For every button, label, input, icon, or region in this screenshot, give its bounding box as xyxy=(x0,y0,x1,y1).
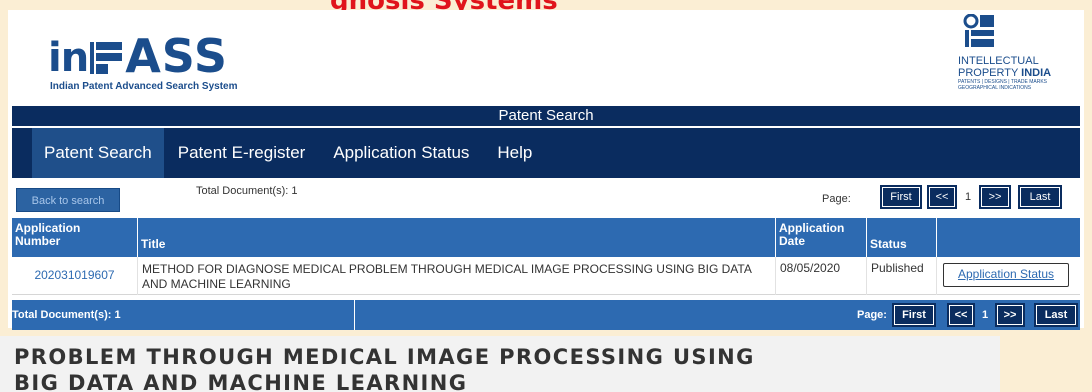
next-page-button[interactable]: >> xyxy=(979,185,1011,209)
back-to-search-button[interactable]: Back to search xyxy=(16,188,120,212)
banner-line-2: BIG DATA AND MACHINE LEARNING xyxy=(14,371,468,392)
logo-flag-icon xyxy=(90,42,123,74)
table-row: 202031019607 METHOD FOR DIAGNOSE MEDICAL… xyxy=(12,257,1080,295)
inpass-page: in ASS Indian Patent Advanced Search Sys… xyxy=(8,10,1084,330)
logo-subtitle: Indian Patent Advanced Search System xyxy=(50,81,238,92)
inpass-logo: in ASS Indian Patent Advanced Search Sys… xyxy=(48,32,237,92)
application-number-link[interactable]: 202031019607 xyxy=(12,257,138,295)
nav-patent-search[interactable]: Patent Search xyxy=(32,128,164,178)
results-table-header: Application Number Title Application Dat… xyxy=(12,218,1080,257)
ip-india-mark-icon xyxy=(963,13,994,47)
last-page-button[interactable]: Last xyxy=(1018,185,1062,209)
footer-last-page-button[interactable]: Last xyxy=(1034,303,1078,327)
footer-page-label: Page: xyxy=(857,309,887,321)
footer-next-page-button[interactable]: >> xyxy=(995,303,1025,327)
slide-banner: PROBLEM THROUGH MEDICAL IMAGE PROCESSING… xyxy=(0,336,1000,392)
ipi-line4: GEOGRAPHICAL INDICATIONS xyxy=(958,85,1032,91)
application-status-button[interactable]: Application Status xyxy=(943,263,1069,287)
footer-first-page-button[interactable]: First xyxy=(892,303,936,327)
main-nav: Patent Search Patent E-register Applicat… xyxy=(12,128,1080,178)
ipi-line2-bold: INDIA xyxy=(1021,67,1052,79)
footer-current-page-number: 1 xyxy=(981,309,989,321)
footer-prev-page-button[interactable]: << xyxy=(947,303,975,327)
page-label: Page: xyxy=(822,193,851,205)
total-documents-label: Total Document(s): 1 xyxy=(196,185,298,197)
banner-line-1: PROBLEM THROUGH MEDICAL IMAGE PROCESSING… xyxy=(14,345,755,369)
ip-india-logo: INTELLECTUAL PROPERTY INDIA PATENTS | DE… xyxy=(958,13,1082,91)
status-value: Published xyxy=(867,257,937,295)
footer-total-documents: Total Document(s): 1 xyxy=(12,309,121,321)
nav-application-status[interactable]: Application Status xyxy=(319,128,483,178)
header-application-number[interactable]: Application Number xyxy=(12,218,138,257)
patent-title: METHOD FOR DIAGNOSE MEDICAL PROBLEM THRO… xyxy=(138,257,776,295)
footer-divider xyxy=(354,300,355,330)
prev-page-button[interactable]: << xyxy=(927,185,957,209)
header-application-date[interactable]: Application Date xyxy=(776,218,867,257)
header-title[interactable]: Title xyxy=(138,218,776,257)
logo-in-text: in xyxy=(48,35,89,81)
ipi-line1: INTELLECTUAL xyxy=(958,55,1039,67)
results-table-footer: Total Document(s): 1 Page: First << 1 >>… xyxy=(12,300,1080,330)
header-status[interactable]: Status xyxy=(867,218,937,257)
first-page-button[interactable]: First xyxy=(880,185,922,209)
ipi-line2-prefix: PROPERTY xyxy=(958,67,1022,79)
logo-ass-text: ASS xyxy=(125,29,228,83)
page-title-bar: Patent Search xyxy=(12,106,1080,126)
nav-help[interactable]: Help xyxy=(483,128,546,178)
results-toolbar: Back to search Total Document(s): 1 Page… xyxy=(12,185,1080,215)
current-page-number: 1 xyxy=(964,191,972,203)
nav-patent-e-register[interactable]: Patent E-register xyxy=(164,128,320,178)
header-action xyxy=(937,218,1080,257)
application-date: 08/05/2020 xyxy=(776,257,867,295)
